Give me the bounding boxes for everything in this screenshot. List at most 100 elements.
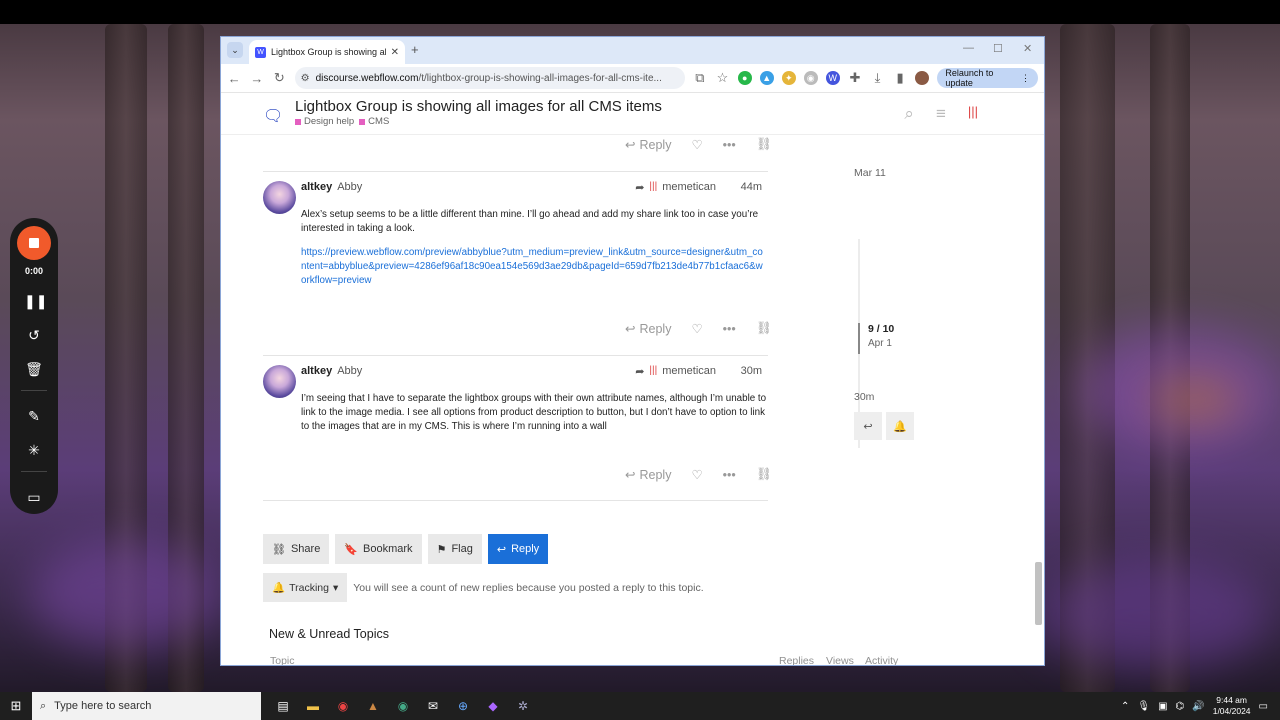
avatar[interactable] [263,181,296,214]
share-button[interactable]: ⛓ Share [263,534,330,564]
pause-icon[interactable]: ❚❚ [24,292,47,310]
drive-icon[interactable]: ▲ [759,71,774,85]
reply-to-tab[interactable]: ➦ ||| memetican [635,181,716,194]
avatar[interactable] [263,365,296,398]
more-icon[interactable]: ••• [723,138,736,152]
more-icon[interactable]: ••• [723,468,736,482]
reply-button[interactable]: ↩ Reply [625,321,672,337]
hamburger-menu-icon[interactable]: ≡ [936,104,946,124]
share-link-icon[interactable]: ⛓ [756,467,772,482]
stop-recording-button[interactable] [17,226,51,260]
share-link-icon[interactable]: ⛓ [756,321,772,336]
side-panel-icon[interactable]: ▮ [893,70,908,86]
search-icon[interactable]: ⌕ [904,104,914,124]
notification-bell-icon[interactable]: 🔔 [886,412,914,440]
like-icon[interactable]: ♡ [691,137,702,152]
extensions-puzzle-icon[interactable]: ✚ [848,70,863,86]
like-icon[interactable]: ♡ [691,321,702,336]
restart-icon[interactable]: ↺ [24,326,44,344]
bookmark-button[interactable]: 🔖 Bookmark [335,534,422,564]
timeline-handle[interactable] [858,323,860,354]
minimize-icon[interactable]: — [963,42,974,54]
column-header-replies[interactable]: Replies [779,655,814,665]
timeline-end-date[interactable]: 30m [854,391,874,403]
extension-grey-icon[interactable]: ◉ [803,71,818,85]
search-placeholder: Type here to search [54,700,152,712]
tab-search-button[interactable]: ⌄ [227,42,243,58]
taskbar-search-box[interactable]: ⌕ Type here to search [32,692,261,720]
reply-button[interactable]: ↩ Reply [625,137,671,153]
bookmark-star-icon[interactable]: ☆ [715,70,730,86]
post-time[interactable]: 44m [741,181,762,193]
effects-icon[interactable]: ✳ [24,441,44,459]
page-scrollbar[interactable] [1035,562,1042,625]
like-icon[interactable]: ♡ [691,467,702,482]
extension-w-icon[interactable]: W [825,71,840,85]
category-badge[interactable]: CMS [359,116,389,127]
extension-green-icon[interactable]: ● [737,71,752,85]
close-tab-icon[interactable]: ✕ [391,47,399,58]
topic-title[interactable]: Lightbox Group is showing all images for… [295,98,662,115]
username[interactable]: altkey [301,365,332,377]
forward-icon[interactable]: → [250,71,265,86]
tracking-dropdown[interactable]: 🔔 Tracking ▾ [263,573,348,602]
reload-icon[interactable]: ↻ [272,70,287,86]
reply-topic-button[interactable]: ↩ Reply [487,534,549,564]
maximize-icon[interactable]: ☐ [993,42,1003,55]
full-name: Abby [337,365,363,377]
task-view-icon[interactable]: ▤ [273,696,293,716]
reply-label: Reply [639,321,672,336]
close-window-icon[interactable]: ✕ [1023,42,1032,55]
install-icon[interactable]: ⧉ [693,70,708,86]
more-icon[interactable]: ••• [723,322,736,336]
reply-to-tab[interactable]: ➦ ||| memetican [635,365,716,378]
post-time[interactable]: 30m [741,365,762,377]
settings-app-icon[interactable]: ✲ [513,696,533,716]
new-tab-icon[interactable]: + [411,42,419,57]
notifications-icon[interactable]: ▭ [1259,701,1268,712]
obsidian-icon[interactable]: ◆ [483,696,503,716]
reply-icon: ↩ [625,138,636,152]
mail-icon[interactable]: ✉ [423,696,443,716]
timeline-start-date[interactable]: Mar 11 [854,167,886,179]
tray-chevron-icon[interactable]: ⌃ [1121,701,1129,712]
reply-to-topic-icon[interactable]: ↩ [854,412,882,440]
relaunch-to-update-button[interactable]: Relaunch to update ⋮ [937,68,1038,88]
address-bar[interactable]: ⚙ discourse.webflow.com/t/lightbox-group… [294,67,685,89]
column-header-topic[interactable]: Topic [270,655,295,665]
tray-app-icon[interactable]: ▣ [1158,701,1167,712]
reply-arrow-icon: ➦ [635,182,645,194]
back-icon[interactable]: ← [227,71,242,86]
windows-start-icon[interactable]: ⊞ [0,698,32,714]
file-explorer-icon[interactable]: ▬ [303,696,323,716]
downloads-icon[interactable]: ⤓ [870,70,885,86]
chrome-profile-icon[interactable]: ◉ [393,696,413,716]
extension-yellow-icon[interactable]: ✦ [781,71,796,85]
camera-icon[interactable]: ▭ [24,488,44,506]
reply-button[interactable]: ↩ Reply [625,467,671,483]
bell-icon: 🔔 [272,582,286,594]
volume-icon[interactable]: 🔊 [1192,701,1204,712]
pen-icon[interactable]: ✎ [24,407,44,425]
column-header-activity[interactable]: Activity [865,655,898,665]
share-link-icon[interactable]: ⛓ [756,137,772,152]
reply-arrow-icon: ➦ [635,366,645,378]
category-badge[interactable]: Design help [295,116,354,127]
user-avatar-icon[interactable]: ||| [968,104,978,124]
site-info-icon[interactable]: ⚙ [301,73,310,84]
network-icon[interactable]: ⌬ [1176,701,1185,712]
system-clock[interactable]: 9:44 am 1/04/2024 [1213,695,1251,717]
profile-avatar[interactable] [915,71,930,85]
discourse-logo-icon[interactable]: 🗨 [263,106,283,126]
username[interactable]: altkey [301,181,332,193]
column-header-views[interactable]: Views [826,655,854,665]
timeline-controls: ↩ 🔔 [854,412,914,440]
preview-link[interactable]: https://preview.webflow.com/preview/abby… [301,246,768,288]
password-app-icon[interactable]: ⊕ [453,696,473,716]
chrome-icon[interactable]: ◉ [333,696,353,716]
microphone-icon[interactable]: 🎙 [1137,701,1150,712]
active-tab[interactable]: W Lightbox Group is showing all i ✕ [249,40,405,64]
trash-icon[interactable]: 🗑 [24,360,44,378]
flag-button[interactable]: ⚑ Flag [427,534,482,564]
app-icon[interactable]: ▲ [363,696,383,716]
